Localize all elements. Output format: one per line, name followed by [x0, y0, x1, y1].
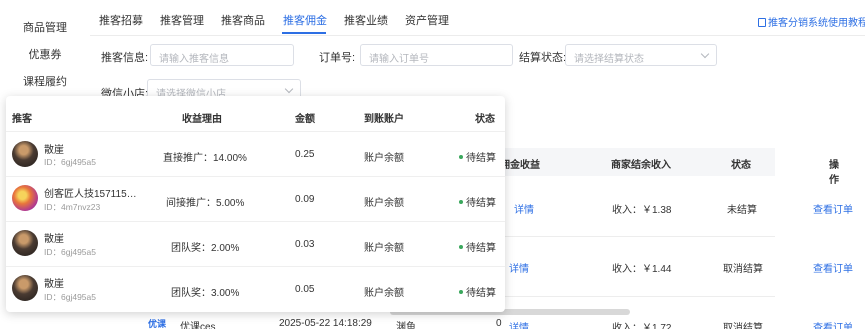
row-divider	[6, 221, 505, 222]
book-icon	[758, 18, 766, 27]
popup-th-tuike: 推客	[12, 114, 32, 125]
status-dot-icon	[459, 290, 463, 294]
commission-detail-link[interactable]: 详情	[509, 319, 529, 329]
order-input[interactable]: 请输入订单号	[360, 44, 513, 66]
avatar	[12, 185, 38, 211]
status-badge: 待结算	[459, 194, 496, 209]
avatar	[12, 275, 38, 301]
help-link[interactable]: 推客分销系统使用教程	[758, 14, 865, 29]
tab-assets[interactable]: 资产管理	[405, 12, 449, 28]
popup-th-status: 状态	[475, 114, 495, 125]
settle-placeholder: 请选择结算状态	[574, 54, 644, 65]
account-cell: 账户余额	[364, 153, 404, 164]
amount-cell: 0.03	[295, 239, 315, 250]
tuike-id: ID：6gj495a5	[44, 292, 96, 302]
row-divider	[6, 176, 505, 177]
status-label: 待结算	[466, 288, 496, 299]
th-income: 商家结余收入	[611, 160, 671, 171]
reason-cell: 团队奖：3.00%	[171, 288, 240, 299]
chevron-down-icon	[700, 49, 710, 59]
reason-cell: 团队奖：2.00%	[171, 243, 240, 254]
settle-select[interactable]: 请选择结算状态	[565, 44, 717, 66]
nav-item-course[interactable]: 课程履约	[0, 73, 90, 89]
shop-logo: 优课	[148, 319, 167, 329]
row-divider	[6, 131, 505, 132]
chevron-down-icon	[284, 84, 294, 94]
tuike-id: ID：6gj495a5	[44, 157, 96, 167]
tuike-id: ID：4m7nvz23	[44, 202, 101, 212]
tuike-placeholder: 请输入推客信息	[159, 54, 229, 65]
tuike-name: 散崖	[44, 279, 64, 290]
tab-performance[interactable]: 推客业绩	[344, 12, 388, 28]
status-badge: 待结算	[459, 239, 496, 254]
view-order-link[interactable]: 查看订单	[813, 201, 853, 216]
status-badge: 待结算	[459, 149, 496, 164]
tab-bar: 推客招募 推客管理 推客商品 推客佣金 推客业绩 资产管理 推客分销系统使用教程	[90, 0, 865, 36]
income-cell: 收入：￥1.38	[612, 205, 672, 216]
tab-manage[interactable]: 推客管理	[160, 12, 204, 28]
settle-label: 结算状态:	[519, 52, 567, 64]
tuike-name: 渊鱼	[396, 322, 416, 329]
view-order-link[interactable]: 查看订单	[813, 260, 853, 275]
view-order-link[interactable]: 查看订单	[813, 319, 853, 329]
status-label: 待结算	[466, 153, 496, 164]
tab-goods[interactable]: 推客商品	[221, 12, 265, 28]
tuike-name: 创客匠人技157115…	[44, 189, 137, 200]
tab-commission[interactable]: 推客佣金	[283, 12, 327, 28]
shop-name: 优课ces	[180, 322, 216, 329]
amount-cell: 0.05	[295, 284, 315, 295]
nav-item-goods[interactable]: 商品管理	[0, 19, 90, 35]
tuike-id: ID：6gj495a5	[44, 247, 96, 257]
tuike-input[interactable]: 请输入推客信息	[150, 44, 294, 66]
amount-cell: 0	[496, 318, 502, 329]
tuike-name: 散崖	[44, 145, 64, 156]
account-cell: 账户余额	[364, 198, 404, 209]
th-commission: 佣金收益	[500, 160, 540, 171]
tab-recruit[interactable]: 推客招募	[99, 12, 143, 28]
account-cell: 账户余额	[364, 288, 404, 299]
amount-cell: 0.09	[295, 194, 315, 205]
popup-th-amount: 金额	[295, 114, 315, 125]
avatar	[12, 230, 38, 256]
status-badge: 待结算	[459, 284, 496, 299]
status-dot-icon	[459, 155, 463, 159]
status-cell: 取消结算	[723, 264, 763, 275]
avatar	[12, 141, 38, 167]
help-link-label: 推客分销系统使用教程	[768, 18, 865, 29]
commission-detail-link[interactable]: 详情	[509, 260, 529, 275]
amount-cell: 0.25	[295, 149, 315, 160]
th-action: 操作	[829, 160, 839, 186]
th-status: 状态	[731, 160, 751, 171]
order-placeholder: 请输入订单号	[369, 54, 429, 65]
account-cell: 账户余额	[364, 243, 404, 254]
tuike-name: 散崖	[44, 234, 64, 245]
row-divider	[6, 266, 505, 267]
commission-detail-link[interactable]: 详情	[514, 201, 534, 216]
order-label: 订单号:	[319, 52, 356, 64]
commission-detail-popover: 推客 收益理由 金额 到账账户 状态 散崖 ID：6gj495a5 直接推广：1…	[6, 96, 505, 312]
status-cell: 未结算	[727, 205, 757, 216]
status-label: 待结算	[466, 243, 496, 254]
active-tab-indicator	[282, 32, 326, 34]
income-cell: 收入：￥1.44	[612, 264, 672, 275]
income-cell: 收入：￥1.72	[612, 323, 672, 329]
popup-th-reason: 收益理由	[182, 114, 222, 125]
status-dot-icon	[459, 245, 463, 249]
nav-item-coupon[interactable]: 优惠券	[0, 46, 90, 62]
popup-th-account: 到账账户	[364, 114, 404, 125]
tuike-label: 推客信息:	[101, 52, 149, 64]
status-dot-icon	[459, 200, 463, 204]
reason-cell: 直接推广：14.00%	[163, 153, 247, 164]
status-cell: 取消结算	[723, 323, 763, 329]
order-time: 2025-05-22 14:18:29	[279, 318, 372, 329]
reason-cell: 间接推广：5.00%	[166, 198, 245, 209]
status-label: 待结算	[466, 198, 496, 209]
